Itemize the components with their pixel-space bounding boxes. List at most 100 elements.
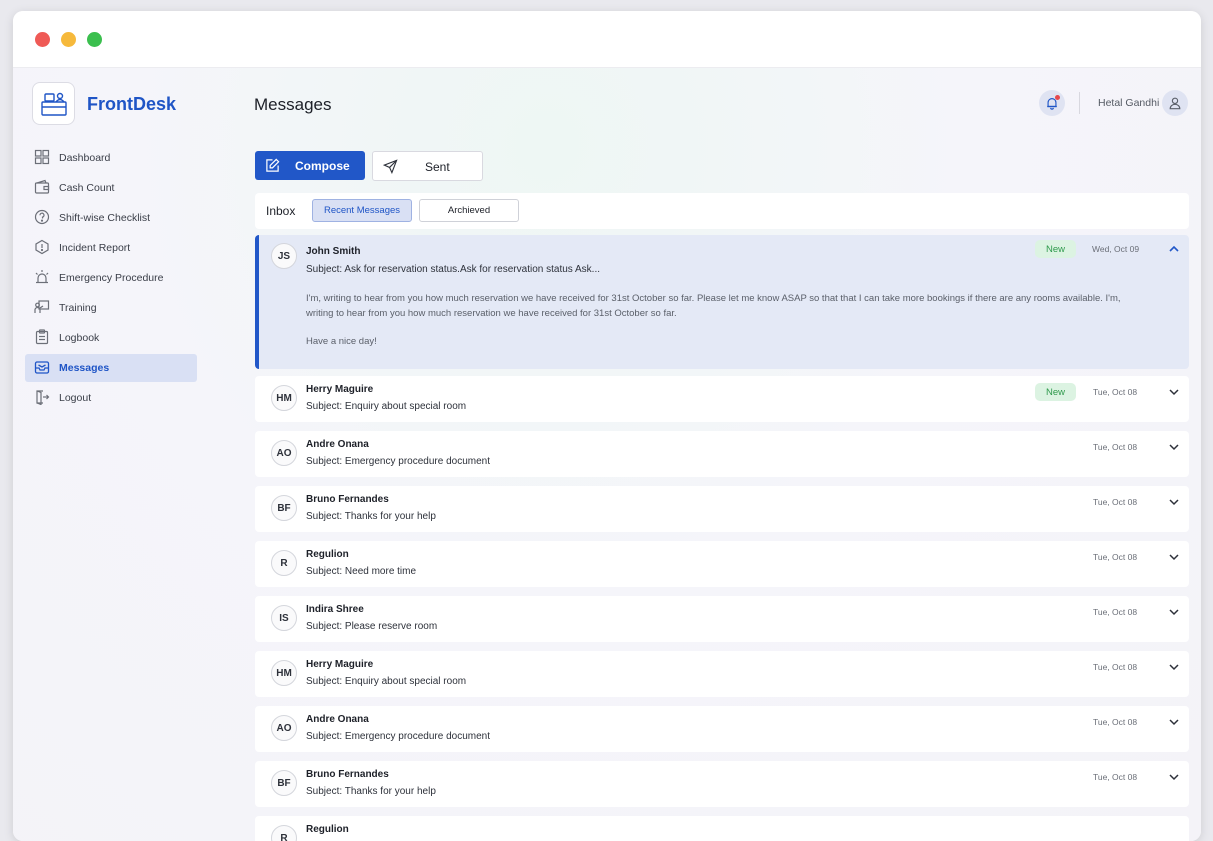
sent-button[interactable]: Sent bbox=[372, 151, 483, 181]
sidebar-item-label: Logbook bbox=[59, 332, 100, 344]
close-window-button[interactable] bbox=[35, 32, 50, 47]
inbox-label: Inbox bbox=[266, 204, 296, 218]
edit-icon bbox=[266, 158, 280, 172]
title-bar bbox=[13, 11, 1201, 68]
message-date: Tue, Oct 08 bbox=[1093, 442, 1138, 452]
chevron-down-icon[interactable] bbox=[1168, 551, 1180, 563]
chevron-down-icon[interactable] bbox=[1168, 496, 1180, 508]
message-subject: Subject: Please reserve room bbox=[306, 621, 438, 632]
sender-avatar: AO bbox=[271, 715, 297, 741]
dashboard-icon bbox=[34, 149, 50, 165]
chevron-down-icon[interactable] bbox=[1168, 716, 1180, 728]
message-item[interactable]: R Regulion bbox=[255, 816, 1189, 841]
page-title: Messages bbox=[254, 95, 332, 114]
sender-name: Indira Shree bbox=[306, 604, 364, 615]
chevron-down-icon[interactable] bbox=[1168, 386, 1180, 398]
user-avatar[interactable] bbox=[1162, 90, 1188, 116]
new-badge: New bbox=[1035, 383, 1076, 401]
message-item[interactable]: R Regulion Subject: Need more time Tue, … bbox=[255, 541, 1189, 587]
message-item[interactable]: AO Andre Onana Subject: Emergency proced… bbox=[255, 706, 1189, 752]
chevron-up-icon[interactable] bbox=[1168, 243, 1180, 255]
message-date: Tue, Oct 08 bbox=[1093, 772, 1138, 782]
inbox-icon bbox=[34, 361, 50, 374]
sender-avatar: HM bbox=[271, 660, 297, 686]
message-date: Tue, Oct 08 bbox=[1093, 717, 1138, 727]
message-item[interactable]: BF Bruno Fernandes Subject: Thanks for y… bbox=[255, 761, 1189, 807]
sender-name: Regulion bbox=[306, 549, 349, 560]
message-subject: Subject: Need more time bbox=[306, 566, 417, 577]
incident-icon bbox=[35, 239, 49, 255]
tab-recent-messages[interactable]: Recent Messages bbox=[312, 199, 412, 222]
sidebar-item-cash-count[interactable]: Cash Count bbox=[25, 174, 197, 202]
message-item[interactable]: IS Indira Shree Subject: Please reserve … bbox=[255, 596, 1189, 642]
sender-name: Bruno Fernandes bbox=[306, 769, 389, 780]
sender-name: Herry Maguire bbox=[306, 659, 374, 670]
chevron-down-icon[interactable] bbox=[1168, 606, 1180, 618]
user-name[interactable]: Hetal Gandhi bbox=[1098, 97, 1159, 109]
message-subject: Subject: Thanks for your help bbox=[306, 786, 436, 797]
sender-avatar: BF bbox=[271, 495, 297, 521]
sidebar-item-label: Incident Report bbox=[59, 242, 131, 254]
message-item[interactable]: HM Herry Maguire Subject: Enquiry about … bbox=[255, 376, 1189, 422]
message-item[interactable]: HM Herry Maguire Subject: Enquiry about … bbox=[255, 651, 1189, 697]
logout-icon bbox=[36, 390, 50, 405]
message-subject: Subject: Enquiry about special room bbox=[306, 401, 467, 412]
sidebar-item-label: Emergency Procedure bbox=[59, 272, 164, 284]
message-date: Tue, Oct 08 bbox=[1093, 552, 1138, 562]
notification-badge bbox=[1055, 95, 1060, 100]
send-icon bbox=[383, 159, 398, 174]
user-icon bbox=[1169, 97, 1181, 110]
notifications-button[interactable] bbox=[1039, 90, 1065, 116]
new-badge: New bbox=[1035, 240, 1076, 258]
training-icon bbox=[34, 300, 50, 313]
sender-name: Andre Onana bbox=[306, 439, 369, 450]
maximize-window-button[interactable] bbox=[87, 32, 102, 47]
chevron-down-icon[interactable] bbox=[1168, 771, 1180, 783]
app-content: FrontDesk Dashboard Cash Count Shift-wis… bbox=[13, 68, 1201, 841]
message-item[interactable]: JS John Smith Subject: Ask for reservati… bbox=[255, 235, 1189, 369]
sender-avatar: AO bbox=[271, 440, 297, 466]
clipboard-icon bbox=[35, 329, 49, 345]
sender-name: Regulion bbox=[306, 824, 349, 835]
sender-name: Herry Maguire bbox=[306, 384, 374, 395]
sidebar-item-dashboard[interactable]: Dashboard bbox=[25, 144, 197, 172]
tab-archived[interactable]: Archieved bbox=[419, 199, 519, 222]
app-window: FrontDesk Dashboard Cash Count Shift-wis… bbox=[13, 11, 1201, 841]
message-date: Tue, Oct 08 bbox=[1093, 387, 1138, 397]
compose-button[interactable]: Compose bbox=[255, 151, 365, 180]
sent-label: Sent bbox=[425, 160, 450, 174]
minimize-window-button[interactable] bbox=[61, 32, 76, 47]
inbox-tabs-bar: Inbox Recent Messages Archieved bbox=[255, 193, 1189, 229]
sidebar-nav: Dashboard Cash Count Shift-wise Checklis… bbox=[25, 144, 197, 414]
sender-avatar: R bbox=[271, 825, 297, 841]
sender-avatar: JS bbox=[271, 243, 297, 269]
sidebar-item-shift-wise-checklist[interactable]: Shift-wise Checklist bbox=[25, 204, 197, 232]
message-subject: Subject: Ask for reservation status.Ask … bbox=[306, 264, 601, 275]
sender-avatar: HM bbox=[271, 385, 297, 411]
sidebar-item-label: Logout bbox=[59, 392, 92, 404]
message-subject: Subject: Emergency procedure document bbox=[306, 731, 490, 742]
sidebar-item-training[interactable]: Training bbox=[25, 294, 197, 322]
sidebar-item-emergency-procedure[interactable]: Emergency Procedure bbox=[25, 264, 197, 292]
sidebar-item-logout[interactable]: Logout bbox=[25, 384, 197, 412]
sidebar-item-label: Cash Count bbox=[59, 182, 115, 194]
message-date: Tue, Oct 08 bbox=[1093, 662, 1138, 672]
brand-name: FrontDesk bbox=[87, 94, 177, 114]
message-item[interactable]: BF Bruno Fernandes Subject: Thanks for y… bbox=[255, 486, 1189, 532]
sidebar-item-label: Shift-wise Checklist bbox=[59, 212, 151, 224]
wallet-icon bbox=[34, 179, 50, 194]
siren-icon bbox=[35, 270, 49, 284]
sidebar-item-label: Dashboard bbox=[59, 152, 111, 164]
sender-name: John Smith bbox=[306, 246, 361, 257]
chevron-down-icon[interactable] bbox=[1168, 661, 1180, 673]
chevron-down-icon[interactable] bbox=[1168, 441, 1180, 453]
sender-name: Andre Onana bbox=[306, 714, 369, 725]
sidebar-item-logbook[interactable]: Logbook bbox=[25, 324, 197, 352]
sender-avatar: IS bbox=[271, 605, 297, 631]
message-subject: Subject: Emergency procedure document bbox=[306, 456, 490, 467]
compose-label: Compose bbox=[295, 158, 350, 173]
message-item[interactable]: AO Andre Onana Subject: Emergency proced… bbox=[255, 431, 1189, 477]
message-date: Tue, Oct 08 bbox=[1093, 497, 1138, 507]
sidebar-item-messages[interactable]: Messages bbox=[25, 354, 197, 382]
sidebar-item-incident-report[interactable]: Incident Report bbox=[25, 234, 197, 262]
